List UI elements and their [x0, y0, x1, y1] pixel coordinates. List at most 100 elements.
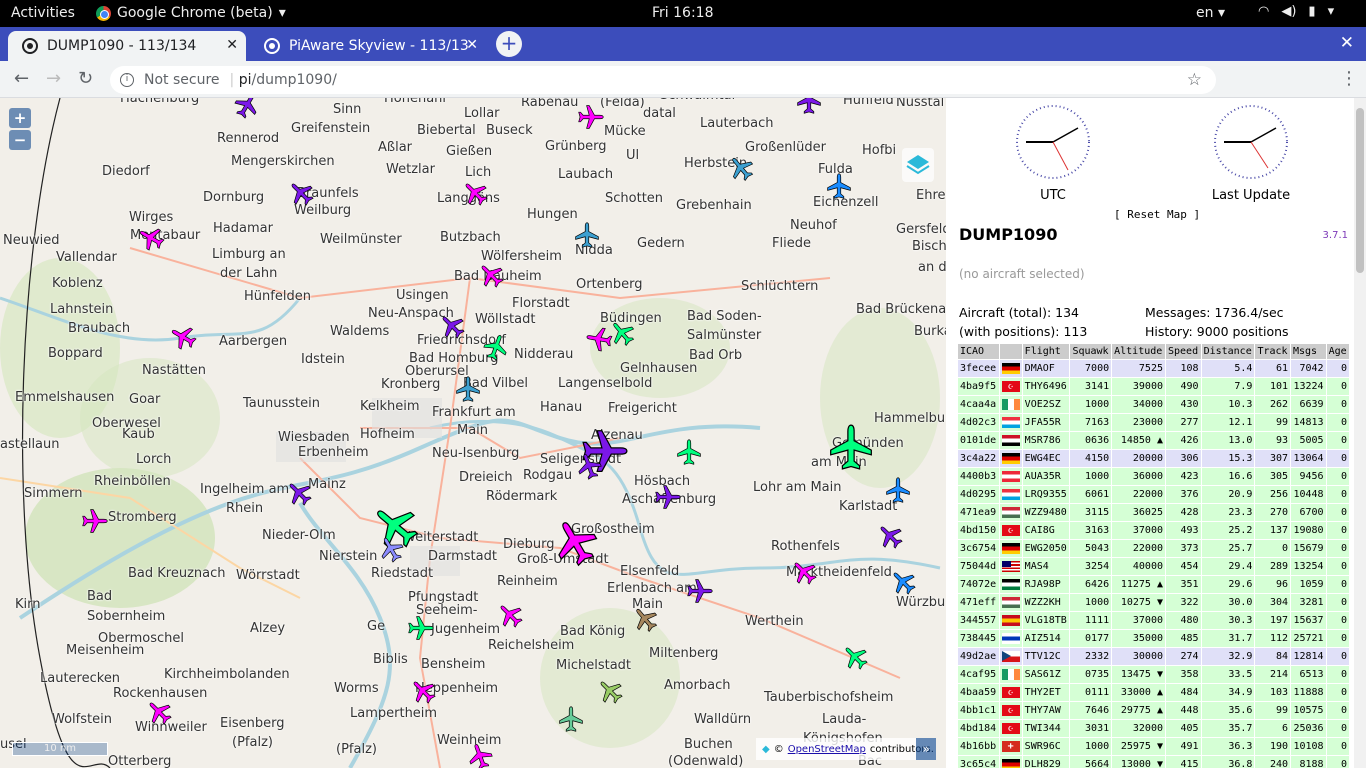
aircraft-icon[interactable]	[884, 476, 912, 504]
column-header[interactable]: Squawk	[1069, 343, 1113, 360]
aircraft-icon[interactable]	[573, 221, 601, 249]
aircraft-icon[interactable]	[795, 98, 823, 115]
flight-cell: EWG2050	[1021, 539, 1071, 558]
system-tray[interactable]: ◠ ◀) ▮ ▾	[1258, 4, 1334, 19]
language-indicator[interactable]: en ▾	[1196, 5, 1225, 21]
scrollbar-thumb[interactable]	[1356, 108, 1364, 273]
reload-icon[interactable]: ↻	[78, 68, 93, 89]
aircraft-icon[interactable]	[654, 483, 682, 511]
aircraft-row[interactable]: 344557 VLG18TB 1111 37000 480 30.3 197 15637 0	[957, 611, 1351, 630]
tab-dump1090[interactable]: DUMP1090 - 113/134 ✕	[8, 31, 246, 61]
aircraft-row[interactable]: 0101de MSR786 0636 14850 ▲ 426 13.0 93 5005 0	[957, 431, 1351, 450]
aircraft-row[interactable]: 49d2ae TTV12C 2332 30000 274 32.9 84 12814 0	[957, 647, 1351, 666]
place-label: Großenlüder	[745, 140, 826, 155]
forward-icon[interactable]: →	[46, 68, 61, 89]
aircraft-row[interactable]: 4baa59 ☪ THY2ET 0111 33000 ▲ 484 34.9 103 11888 0	[957, 683, 1351, 702]
aircraft-icon[interactable]	[577, 103, 605, 131]
distance-cell: 35.6	[1200, 701, 1256, 720]
aircraft-row[interactable]: 471eff WZZ2KH 1000 10275 ▼ 322 30.0 304 3281 0	[957, 593, 1351, 612]
squawk-cell: 4150	[1069, 449, 1113, 468]
place-label: Vallendar	[56, 250, 117, 265]
aircraft-icon[interactable]	[407, 614, 435, 642]
msgs-cell: 19080	[1290, 521, 1327, 540]
clock[interactable]: Fri 16:18	[652, 5, 713, 21]
track-cell: 307	[1254, 449, 1291, 468]
aircraft-row[interactable]: 75044d MAS4 3254 40000 454 29.4 289 13254 0	[957, 557, 1351, 576]
new-tab-button[interactable]: +	[496, 31, 522, 57]
tab-skyview[interactable]: PiAware Skyview - 113/13 ✕	[250, 31, 486, 61]
version-link[interactable]: 3.7.1	[1323, 230, 1348, 241]
sidebar: UTC Last Update [ Reset Map ] DUMP1090 3…	[946, 98, 1366, 768]
squawk-cell: 1000	[1069, 467, 1113, 486]
menu-dots-icon[interactable]: ⋮	[1340, 68, 1358, 89]
address-bar[interactable]: i Not secure | pi/dump1090/ ☆	[110, 66, 1216, 94]
back-icon[interactable]: ←	[14, 68, 29, 89]
place-label: Boppard	[48, 346, 103, 361]
aircraft-icon[interactable]	[686, 577, 714, 605]
aircraft-row[interactable]: 4bd150 ☪ CAI8G 3163 37000 493 25.2 137 19080 0	[957, 521, 1351, 540]
aircraft-row[interactable]: 738445 AIZ514 0177 35000 485 31.7 112 25721 0	[957, 629, 1351, 648]
column-header[interactable]: Altitude	[1111, 343, 1166, 360]
aircraft-icon[interactable]	[825, 172, 853, 200]
layer-switcher-button[interactable]	[902, 148, 934, 182]
place-label: Weilmünster	[320, 232, 402, 247]
distance-cell: 30.0	[1200, 593, 1256, 612]
aircraft-row[interactable]: 4bd184 ☪ TWI344 3031 32000 405 35.7 6 25036 0	[957, 719, 1351, 738]
bookmark-star-icon[interactable]: ☆	[1187, 70, 1202, 90]
age-cell: 0	[1325, 395, 1351, 414]
aircraft-row[interactable]: 4400b3 AUA35R 1000 36000 423 16.6 305 9456 0	[957, 467, 1351, 486]
aircraft-icon[interactable]	[557, 705, 585, 733]
column-header[interactable]: Age	[1325, 343, 1351, 360]
close-tab-icon[interactable]: ✕	[226, 37, 238, 53]
activities-button[interactable]: Activities	[11, 5, 75, 21]
column-header[interactable]	[998, 343, 1023, 360]
collapse-attribution-button[interactable]: »	[916, 738, 936, 760]
age-cell: 0	[1325, 377, 1351, 396]
flight-cell: VOE2SZ	[1021, 395, 1071, 414]
column-header[interactable]: Distance	[1200, 343, 1256, 360]
aircraft-row[interactable]: 4ba9f5 ☪ THY6496 3141 39000 490 7.9 101 13224 0	[957, 377, 1351, 396]
altitude-cell: 23000	[1111, 413, 1166, 432]
window-close-icon[interactable]: ✕	[1340, 33, 1354, 53]
column-header[interactable]: Speed	[1165, 343, 1202, 360]
flag-icon: ☪	[1001, 704, 1020, 716]
place-label: Eisenberg	[220, 716, 285, 731]
flag-cell	[998, 431, 1023, 450]
reset-map-button[interactable]: [ Reset Map ]	[1114, 208, 1200, 221]
aircraft-row[interactable]: 4caa4a VOE2SZ 1000 34000 430 10.3 262 6639 0	[957, 395, 1351, 414]
map-view[interactable]: Hachenburg Rennerod Greifenstein Hohenahr Si…	[0, 98, 946, 768]
column-header[interactable]: ICAO	[957, 343, 1000, 360]
aircraft-row[interactable]: 4d02c3 JFA55R 7163 23000 277 12.1 99 14813 0	[957, 413, 1351, 432]
zoom-in-button[interactable]: +	[9, 108, 31, 128]
flight-cell: SWR96C	[1021, 737, 1071, 756]
column-header[interactable]: Track	[1254, 343, 1291, 360]
aircraft-row[interactable]: 3c4a22 EWG4EC 4150 20000 306 15.3 307 13064 0	[957, 449, 1351, 468]
aircraft-icon[interactable]	[81, 507, 109, 535]
column-header[interactable]: Msgs	[1290, 343, 1327, 360]
aircraft-icon[interactable]	[826, 422, 876, 472]
aircraft-row[interactable]: 4b16bb + SWR96C 1000 25975 ▼ 491 36.3 190 10108 0	[957, 737, 1351, 756]
icao-cell: 0101de	[957, 431, 1000, 450]
aircraft-row[interactable]: 4d0295 LRQ9355 6061 22000 376 20.9 256 10448 0	[957, 485, 1351, 504]
place-label: Bad	[87, 589, 113, 604]
app-menu[interactable]: Google Chrome (beta) ▾	[96, 5, 286, 21]
aircraft-icon[interactable]	[675, 438, 703, 466]
sidebar-scrollbar[interactable]	[1354, 98, 1366, 768]
tab-strip: DUMP1090 - 113/134 ✕ PiAware Skyview - 1…	[0, 27, 1366, 61]
zoom-out-button[interactable]: −	[9, 130, 31, 150]
squawk-cell: 1000	[1069, 737, 1113, 756]
aircraft-row[interactable]: 4bb1c1 ☪ THY7AW 7646 29775 ▲ 448 35.6 99 10575 0	[957, 701, 1351, 720]
aircraft-icon[interactable]	[454, 375, 482, 403]
aircraft-row[interactable]: 3c6754 EWG2050 5043 22000 373 25.7 0 15679 0	[957, 539, 1351, 558]
aircraft-row[interactable]: 4caf95 SAS61Z 0735 13475 ▼ 358 33.5 214 6513 0	[957, 665, 1351, 684]
aircraft-row[interactable]: 3fecee DMAOF 7000 7525 108 5.4 61 7042 0	[957, 359, 1351, 378]
close-tab-icon[interactable]: ✕	[466, 37, 478, 53]
openstreetmap-link[interactable]: OpenStreetMap	[788, 744, 866, 755]
info-icon[interactable]: i	[120, 73, 134, 87]
msgs-cell: 1059	[1290, 575, 1327, 594]
column-header[interactable]: Flight	[1021, 343, 1071, 360]
aircraft-row[interactable]: 3c65c4 DLH829 5664 13000 ▼ 415 36.8 240 8188 0	[957, 755, 1351, 768]
aircraft-row[interactable]: 471ea9 WZZ9480 3115 36025 428 23.3 270 6700 0	[957, 503, 1351, 522]
icao-cell: 738445	[957, 629, 1000, 648]
aircraft-row[interactable]: 74072e RJA98P 6426 11275 ▲ 351 29.6 96 1059 0	[957, 575, 1351, 594]
